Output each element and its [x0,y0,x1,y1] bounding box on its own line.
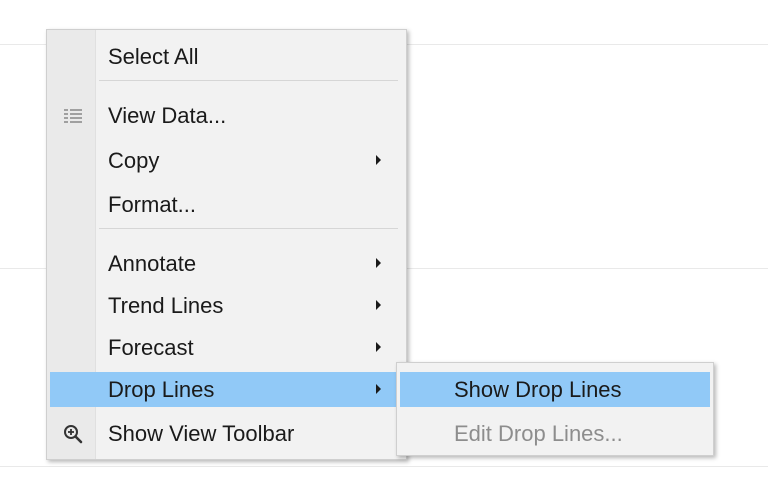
menu-item-copy[interactable]: Copy [50,143,403,178]
menu-item-show-view-toolbar[interactable]: Show View Toolbar [50,416,403,451]
menu-item-label: Copy [108,148,160,173]
menu-item-select-all[interactable]: Select All [50,39,403,74]
menu-item-edit-drop-lines: Edit Drop Lines... [400,416,710,451]
submenu-arrow-icon [376,258,381,268]
view-gridline-3 [0,466,768,467]
menu-item-annotate[interactable]: Annotate [50,246,403,281]
menu-item-label: Edit Drop Lines... [454,421,623,446]
menu-item-show-drop-lines[interactable]: Show Drop Lines [400,372,710,407]
menu-item-format[interactable]: Format... [50,187,403,222]
menu-item-label: Annotate [108,251,197,276]
zoom-in-icon [50,416,95,451]
submenu-arrow-icon [376,300,381,310]
menu-item-label: Select All [108,44,199,69]
menu-item-label: Format... [108,192,197,217]
menu-item-trend-lines[interactable]: Trend Lines [50,288,403,323]
menu-item-label: View Data... [108,103,227,128]
menu-separator [99,228,398,229]
menu-item-label: Show View Toolbar [108,421,295,446]
table-icon [50,98,95,133]
submenu-arrow-icon [376,342,381,352]
menu-item-label: Drop Lines [108,377,215,402]
drop-lines-submenu: Show Drop Lines Edit Drop Lines... [396,362,714,456]
menu-item-view-data[interactable]: View Data... [50,98,403,133]
menu-item-label: Trend Lines [108,293,224,318]
submenu-arrow-icon [376,155,381,165]
submenu-arrow-icon [376,384,381,394]
menu-separator [99,80,398,81]
menu-item-label: Show Drop Lines [454,377,622,402]
menu-item-drop-lines[interactable]: Drop Lines [50,372,403,407]
menu-item-forecast[interactable]: Forecast [50,330,403,365]
context-menu: Select All View Data... Copy Format... A… [46,29,407,460]
menu-item-label: Forecast [108,335,194,360]
